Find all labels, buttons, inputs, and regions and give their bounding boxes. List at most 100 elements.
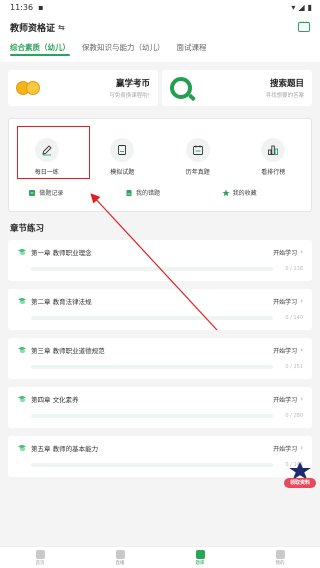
chevron-right-icon: ›: [300, 297, 303, 305]
start-study-label: 开始学习: [273, 445, 298, 453]
graduation-cap-icon: [17, 445, 27, 452]
tool-leaderboard[interactable]: 看排行榜: [243, 138, 303, 176]
chapter-list: 第一章 教师职业理念 开始学习 › 0 / 138 第二章 教育法律法规 开始学习…: [0, 240, 320, 477]
nav-profile[interactable]: 我的: [260, 549, 300, 566]
chevron-right-icon: ›: [300, 248, 303, 256]
profile-icon: [275, 549, 285, 559]
tool-past-exams[interactable]: 历年真题: [168, 138, 228, 176]
start-study-button[interactable]: 开始学习 ›: [273, 297, 303, 306]
wifi-icon: ▾: [291, 2, 296, 12]
start-study-label: 开始学习: [273, 396, 298, 404]
tab-comprehensive[interactable]: 综合素质（幼儿）: [10, 40, 70, 62]
chapter-name: 第二章 教育法律法规: [31, 298, 92, 306]
nav-home[interactable]: 首页: [20, 549, 60, 566]
nav-question-bank[interactable]: 题库: [180, 549, 220, 566]
earn-coins-subtitle: 可免费换课程啦!: [109, 93, 150, 99]
clock: 11:36: [10, 2, 34, 12]
graduation-cap-icon: [17, 298, 27, 305]
chapter-name: 第四章 文化素养: [31, 396, 79, 404]
search-question-subtitle: 寻找想要的答案: [265, 93, 304, 99]
progress-bar: [31, 414, 273, 418]
chevron-right-icon: ›: [300, 346, 303, 354]
chapter-name: 第一章 教师职业理念: [31, 249, 92, 257]
nav-question-bank-label: 题库: [195, 560, 205, 566]
nav-live[interactable]: 直播: [100, 549, 140, 566]
start-study-label: 开始学习: [273, 298, 298, 306]
highlight-box: [17, 126, 90, 179]
progress-bar: [31, 316, 273, 320]
status-bar: 11:36 ▪ ▾ ◢ ▮: [0, 0, 320, 14]
document-icon: [110, 138, 135, 162]
graduation-cap-icon: [17, 396, 27, 403]
tools-card: 每日一练 模拟试题 历年真题 看排行榜 做题记录 我的错题 我的收藏: [8, 118, 312, 212]
tool-past-exams-label: 历年真题: [185, 169, 210, 176]
chapter-card[interactable]: 第四章 文化素养 开始学习 › 0 / 280: [8, 387, 312, 428]
tool-practice-record[interactable]: 做题记录: [28, 188, 98, 197]
app-header: 教师资格证 ⇆: [0, 14, 320, 40]
tool-favorites-label: 我的收藏: [232, 190, 257, 197]
progress-bar: [31, 463, 273, 467]
progress-count: 0 / 151: [285, 364, 303, 370]
calendar-icon: [185, 138, 210, 162]
graduation-cap-icon: [17, 347, 27, 354]
chevron-right-icon: ›: [300, 395, 303, 403]
chapter-card[interactable]: 第三章 教师职业道德规范 开始学习 › 0 / 151: [8, 338, 312, 379]
start-study-button[interactable]: 开始学习 ›: [273, 248, 303, 257]
chapter-name: 第五章 教师的基本能力: [31, 445, 99, 453]
battery-icon: ▮: [307, 2, 312, 12]
start-study-label: 开始学习: [273, 249, 298, 257]
nav-live-label: 直播: [115, 560, 125, 566]
free-materials-badge[interactable]: 领取资料: [284, 462, 316, 490]
signal-icon: ◢: [298, 2, 305, 12]
bar-chart-icon: [261, 138, 286, 162]
progress-bar: [31, 365, 273, 369]
chapter-card[interactable]: 第五章 教师的基本能力 开始学习 › 0 / 141: [8, 436, 312, 477]
page-title: 教师资格证: [10, 23, 56, 34]
home-icon: [35, 549, 45, 559]
star-icon: [222, 189, 230, 196]
bottom-nav: 首页 直播 题库 我的: [0, 546, 320, 568]
progress-bar: [31, 267, 273, 271]
section-title: 章节练习: [10, 224, 45, 234]
graduation-cap-icon: [17, 249, 27, 256]
free-materials-label: 领取资料: [284, 478, 316, 488]
start-study-button[interactable]: 开始学习 ›: [273, 444, 303, 453]
chapter-name: 第三章 教师职业道德规范: [31, 347, 105, 355]
progress-count: 0 / 138: [285, 266, 303, 272]
tool-leaderboard-label: 看排行榜: [261, 169, 286, 176]
tool-wrong-questions[interactable]: 我的错题: [125, 188, 195, 197]
tool-practice-record-label: 做题记录: [39, 190, 64, 197]
swap-icon: ⇆: [58, 22, 65, 32]
search-question-title: 搜索题目: [269, 79, 304, 89]
exam-switcher[interactable]: 教师资格证 ⇆: [10, 21, 65, 34]
question-bank-icon: [195, 549, 205, 559]
tool-wrong-questions-label: 我的错题: [135, 190, 160, 197]
earn-coins-title: 赢学考币: [115, 79, 150, 89]
live-icon: [115, 549, 125, 559]
tool-mock-exam-label: 模拟试题: [110, 169, 135, 176]
chat-icon[interactable]: [298, 19, 310, 32]
start-study-label: 开始学习: [273, 347, 298, 355]
earn-coins-card[interactable]: 赢学考币 可免费换课程啦!: [8, 70, 158, 106]
notification-icon: ▪: [38, 2, 44, 12]
tab-interview[interactable]: 面试课程: [177, 40, 207, 62]
chevron-right-icon: ›: [300, 444, 303, 452]
chapter-card[interactable]: 第一章 教师职业理念 开始学习 › 0 / 138: [8, 240, 312, 281]
chapter-card[interactable]: 第二章 教育法律法规 开始学习 › 0 / 140: [8, 289, 312, 330]
nav-profile-label: 我的: [275, 560, 285, 566]
start-study-button[interactable]: 开始学习 ›: [273, 346, 303, 355]
tool-mock-exam[interactable]: 模拟试题: [92, 138, 152, 176]
progress-count: 0 / 140: [285, 315, 303, 321]
wrong-icon: [126, 189, 132, 196]
record-icon: [29, 189, 36, 196]
search-icon: [170, 77, 192, 99]
nav-home-label: 首页: [35, 560, 45, 566]
progress-count: 0 / 280: [285, 413, 303, 419]
promo-row: 赢学考币 可免费换课程啦! 搜索题目 寻找想要的答案: [0, 62, 320, 106]
search-question-card[interactable]: 搜索题目 寻找想要的答案: [162, 70, 312, 106]
start-study-button[interactable]: 开始学习 ›: [273, 395, 303, 404]
tool-favorites[interactable]: 我的收藏: [222, 188, 292, 197]
tab-teaching-knowledge[interactable]: 保教知识与能力（幼儿）: [82, 40, 165, 62]
subject-tabs: 综合素质（幼儿） 保教知识与能力（幼儿） 面试课程: [0, 40, 320, 62]
coin-icon: [16, 78, 44, 98]
